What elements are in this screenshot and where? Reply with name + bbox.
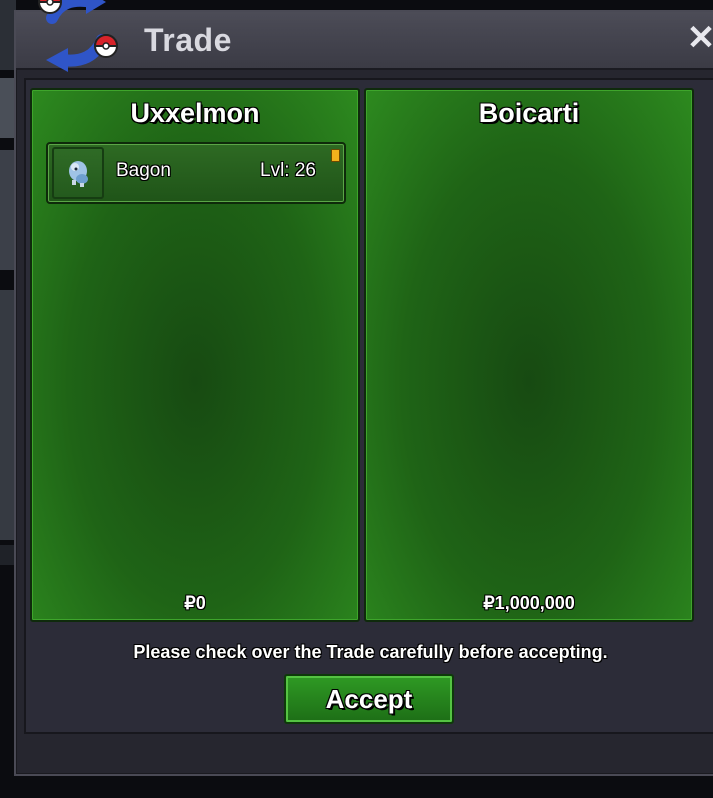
trade-warning-text: Please check over the Trade carefully be… — [133, 642, 608, 662]
pokemon-name: Bagon — [116, 160, 171, 181]
partner-money-offer: ₽1,000,000 — [483, 593, 575, 613]
held-item-icon — [331, 149, 340, 162]
offered-pokemon-slot[interactable]: Bagon Lvl: 26 — [46, 142, 346, 204]
close-button[interactable]: ✕ — [681, 18, 713, 58]
my-offer-panel: Uxxelmon Bagon Lvl: 26 ₽0 — [30, 88, 360, 622]
partner-name: Boicarti — [478, 98, 580, 128]
trade-arrows-pokeball-icon — [22, 0, 132, 76]
pokemon-level: Lvl: 26 — [260, 160, 316, 181]
accept-button[interactable]: Accept — [284, 674, 454, 724]
trade-content: Uxxelmon Bagon Lvl: 26 ₽0 Boicarti ₽1,00… — [24, 78, 713, 734]
window-title: Trade — [144, 22, 232, 58]
partner-offer-panel: Boicarti ₽1,000,000 — [364, 88, 694, 622]
my-money-offer: ₽0 — [184, 593, 206, 613]
bagon-sprite-icon — [52, 147, 104, 199]
player-name: Uxxelmon — [130, 98, 260, 128]
trade-window: Trade ✕ Uxxelmon Bagon Lvl: 26 ₽0 Boicar… — [14, 10, 713, 776]
